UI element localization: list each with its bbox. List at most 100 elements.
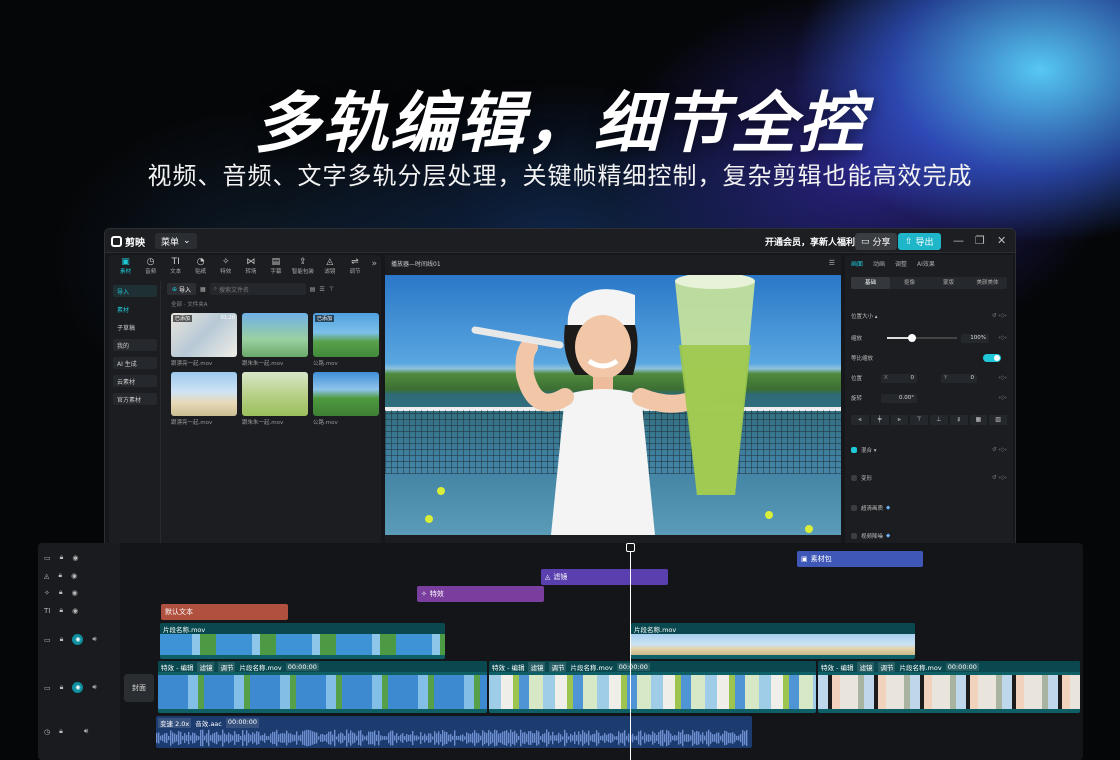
grid-icon[interactable]: ▦	[200, 286, 206, 293]
scale-slider[interactable]	[887, 334, 957, 342]
lock-icon[interactable]: 🔒︎	[59, 588, 63, 597]
sidebar-item-subdraft[interactable]: 子草稿	[113, 321, 157, 333]
eye-icon[interactable]: ◉	[71, 572, 77, 580]
tab-captions[interactable]: ▤ 字幕	[263, 255, 288, 279]
slider-knob[interactable]	[907, 334, 916, 342]
media-thumb[interactable]: 已添加 01:20	[171, 313, 237, 357]
subtab-basic[interactable]: 基础	[851, 277, 890, 289]
main-video-clip[interactable]: 特效 - 编辑 滤镜 调节 片段名称.mov 00:00:00	[158, 661, 487, 713]
tab-sticker[interactable]: ◔ 贴纸	[188, 255, 213, 279]
lock-icon[interactable]: 🔒︎	[58, 571, 62, 580]
y-field[interactable]: Y0	[941, 373, 977, 383]
transform-row[interactable]: 变形 ↺ ‹◇›	[851, 473, 1007, 483]
reset-icon[interactable]: ↺ ‹◇›	[992, 313, 1007, 319]
more-tabs-icon[interactable]: »	[367, 255, 381, 279]
eye-icon[interactable]: ◉	[72, 682, 84, 693]
search-input[interactable]: ⌕ 搜索文件名	[209, 283, 306, 295]
keyframe-icon[interactable]: ↺ ‹◇›	[992, 475, 1007, 481]
sidebar-item-import[interactable]: 导入	[113, 285, 157, 297]
align-top-icon[interactable]: ⊤	[910, 415, 928, 425]
video-clip[interactable]: 片段名称.mov	[631, 623, 915, 659]
distribute-v-icon[interactable]: ▥	[989, 415, 1007, 425]
lock-icon[interactable]: 🔒︎	[60, 635, 64, 644]
checkbox-icon[interactable]	[851, 533, 857, 539]
lock-icon[interactable]: 🔒︎	[59, 727, 63, 736]
align-left-icon[interactable]: ⫷	[851, 415, 869, 425]
tab-picture[interactable]: 画面	[851, 259, 863, 268]
close-icon[interactable]: ✕	[997, 234, 1006, 247]
video-preview[interactable]	[385, 275, 841, 535]
volume-icon[interactable]: 🔊︎	[84, 727, 88, 736]
keyframe-icon[interactable]: ‹◇›	[998, 335, 1007, 341]
minimize-icon[interactable]: —	[953, 234, 964, 247]
promo-text[interactable]: 开通会员，享新人福利	[765, 235, 855, 248]
x-field[interactable]: X0	[881, 373, 917, 383]
tab-filter[interactable]: ◬ 滤镜	[317, 255, 342, 279]
import-button[interactable]: ⊕ 导入	[167, 283, 197, 295]
lock-icon[interactable]: 🔒︎	[59, 606, 63, 615]
align-right-icon[interactable]: ⫸	[890, 415, 909, 425]
export-button[interactable]: ⇧ 导出	[898, 233, 941, 250]
sidebar-item-mine[interactable]: 我的	[113, 339, 157, 351]
align-bottom-icon[interactable]: ⊥	[930, 415, 948, 425]
uniform-scale-toggle[interactable]	[983, 354, 1001, 362]
video-clip[interactable]: 片段名称.mov	[160, 623, 445, 659]
sidebar-item-media[interactable]: 素材	[113, 303, 157, 315]
share-button[interactable]: ▭ 分享	[855, 233, 897, 250]
tab-ai-effects[interactable]: AI效果	[917, 259, 935, 268]
volume-icon[interactable]: 🔊︎	[92, 635, 96, 644]
menu-button[interactable]: 菜单 ⌄	[155, 233, 197, 249]
checkbox-icon[interactable]	[851, 447, 857, 453]
tab-text[interactable]: TI 文本	[163, 255, 188, 279]
volume-icon[interactable]: 🔊︎	[92, 683, 96, 692]
sidebar-item-ai[interactable]: AI 生成	[113, 357, 157, 369]
align-center-icon[interactable]: ╪	[870, 415, 889, 425]
subtab-mask[interactable]: 蒙版	[929, 277, 968, 289]
lock-icon[interactable]: 🔒︎	[60, 553, 64, 562]
sidebar-item-cloud[interactable]: 云素材	[113, 375, 157, 387]
media-thumb[interactable]: 已添加	[313, 313, 379, 357]
media-thumb[interactable]	[171, 372, 237, 416]
tab-effects[interactable]: ✧ 特效	[213, 255, 238, 279]
checkbox-icon[interactable]	[851, 505, 857, 511]
distribute-h-icon[interactable]: ▦	[969, 415, 988, 425]
eye-icon[interactable]: ◉	[72, 607, 78, 615]
keyframe-icon[interactable]: ‹◇›	[998, 395, 1007, 401]
hq-row[interactable]: 超清画质 ◆	[851, 503, 1007, 513]
tab-adjust[interactable]: 调整	[895, 259, 907, 268]
tab-smart-pack[interactable]: ⇪ 智能包装	[288, 255, 317, 279]
media-thumb[interactable]	[242, 372, 308, 416]
tab-animation[interactable]: 动画	[873, 259, 885, 268]
sidebar-item-official[interactable]: 官方素材	[113, 393, 157, 405]
text-clip[interactable]: 默认文本	[161, 604, 288, 620]
menu-icon[interactable]: ☰	[829, 259, 835, 267]
cover-button[interactable]: 封面	[124, 674, 154, 702]
material-pack-clip[interactable]: ▣ 素材包	[797, 551, 923, 567]
denoise-row[interactable]: 视频降噪 ◆	[851, 531, 1007, 541]
tab-audio[interactable]: ◷ 音频	[138, 255, 163, 279]
tab-adjust[interactable]: ⇌ 调节	[342, 255, 367, 279]
position-size-section[interactable]: 位置大小 ▴ ↺ ‹◇›	[851, 311, 1007, 321]
main-video-clip[interactable]: 特效 - 编辑 滤镜 调节 片段名称.mov 00:00:00	[489, 661, 816, 713]
breadcrumb[interactable]: 全部 · 文件夹A	[171, 300, 208, 308]
subtab-beauty[interactable]: 美颜美体	[968, 277, 1007, 289]
blend-row[interactable]: 混合 ▾ ↺ ‹◇›	[851, 445, 1007, 455]
media-thumb[interactable]	[242, 313, 308, 357]
maximize-icon[interactable]: ❐	[975, 234, 985, 247]
eye-icon[interactable]: ◉	[72, 634, 84, 645]
main-video-clip[interactable]: 特效 - 编辑 滤镜 调节 片段名称.mov 00:00:00	[818, 661, 1080, 713]
eye-icon[interactable]: ◉	[72, 589, 78, 597]
sort-icon[interactable]: ☰	[319, 286, 324, 293]
lock-icon[interactable]: 🔒︎	[60, 683, 64, 692]
eye-icon[interactable]: ◉	[72, 554, 78, 562]
align-middle-icon[interactable]: ⫫	[949, 415, 968, 425]
playhead[interactable]	[630, 543, 631, 760]
filter-clip[interactable]: ◬ 滤镜	[541, 569, 668, 585]
playhead-handle[interactable]	[626, 543, 635, 552]
filter-icon[interactable]: ⊤	[329, 286, 334, 293]
media-thumb[interactable]	[313, 372, 379, 416]
keyframe-icon[interactable]: ‹◇›	[998, 375, 1007, 381]
scale-field[interactable]: 100%	[961, 333, 989, 343]
subtab-cutout[interactable]: 抠像	[890, 277, 929, 289]
tab-transition[interactable]: ⋈ 转场	[238, 255, 263, 279]
